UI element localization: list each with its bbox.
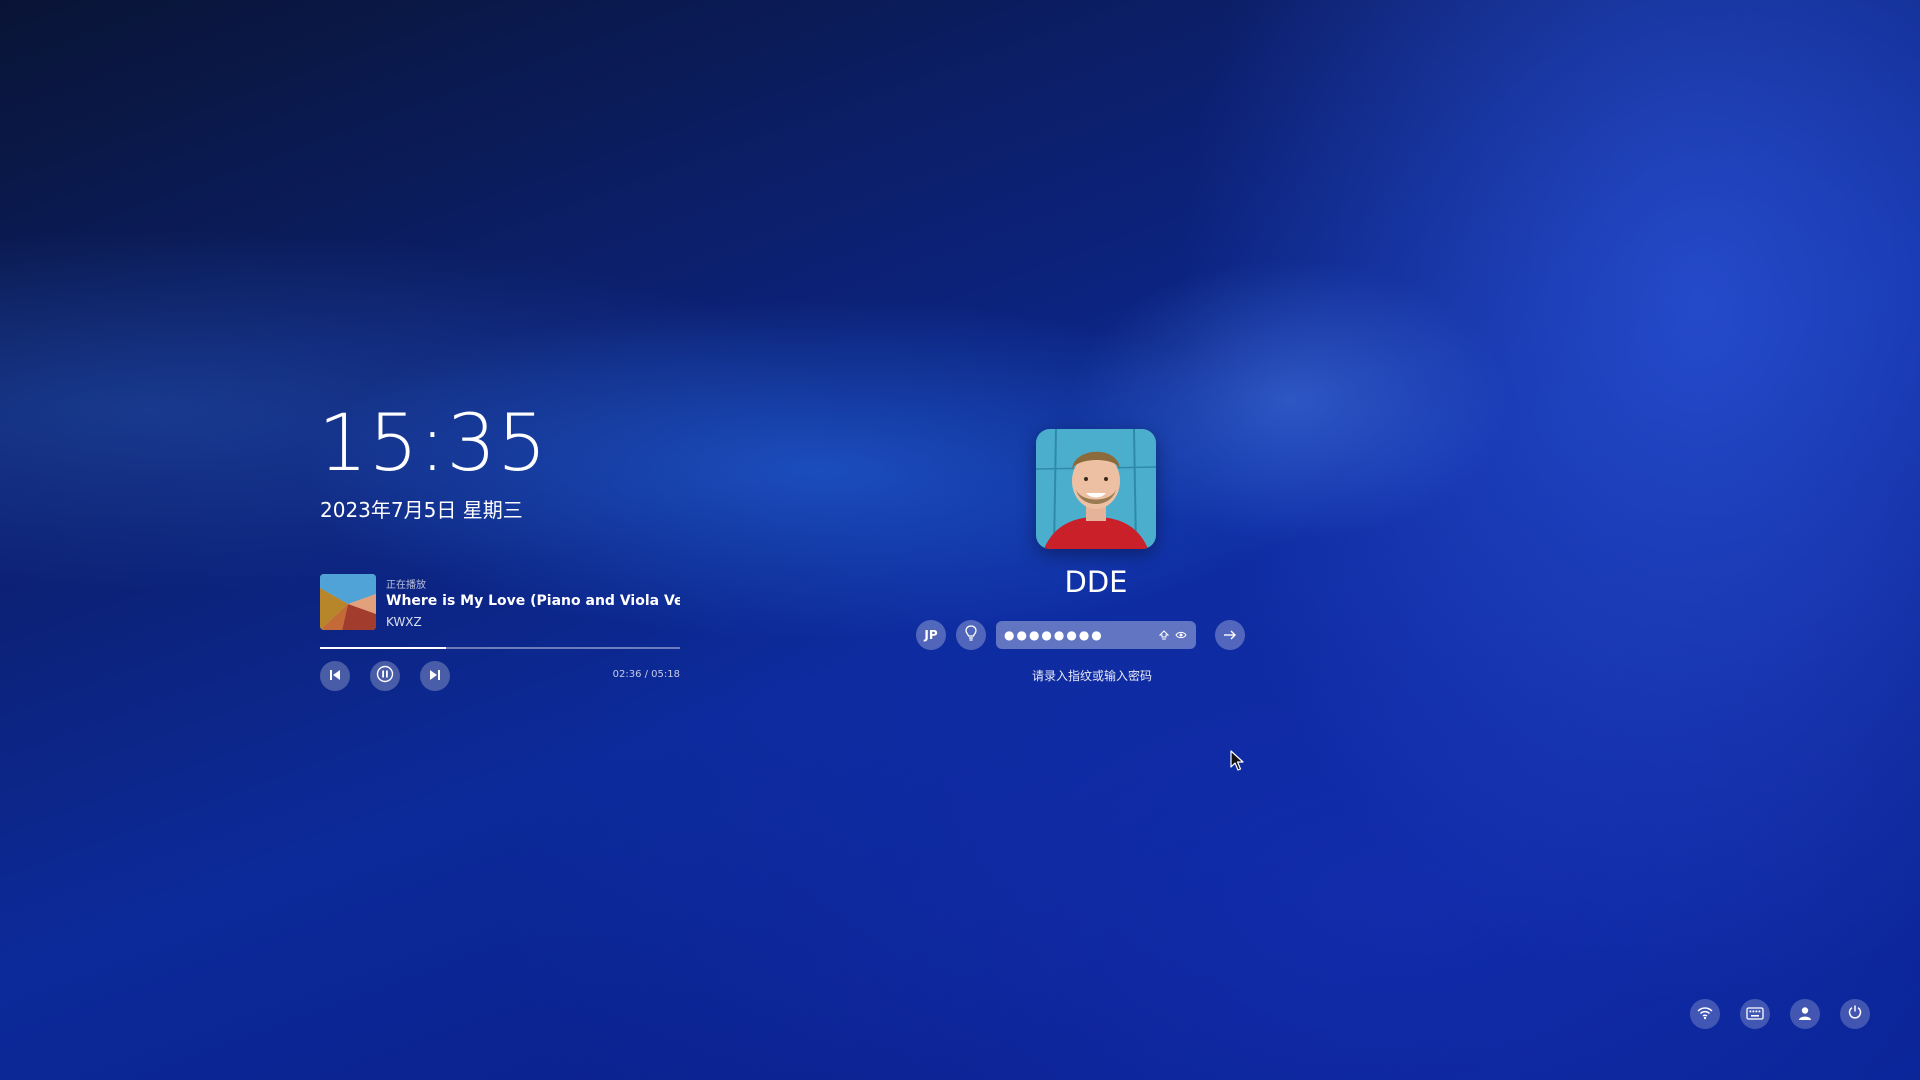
user-icon (1798, 1005, 1812, 1024)
password-input[interactable]: ●●●●●●●● (996, 621, 1196, 649)
password-hint-button[interactable] (956, 620, 986, 650)
login-submit-button[interactable] (1215, 620, 1245, 650)
power-button[interactable] (1840, 999, 1870, 1029)
previous-track-button[interactable] (320, 661, 350, 691)
clock-time: 15:35 (318, 399, 548, 489)
track-artist: KWXZ (386, 615, 422, 629)
user-avatar[interactable] (1036, 429, 1156, 549)
wifi-icon (1697, 1005, 1713, 1024)
clock-date: 2023年7月5日 星期三 (320, 498, 523, 522)
username: DDE (1064, 565, 1128, 599)
previous-icon (328, 667, 342, 686)
album-art (320, 574, 376, 630)
mouse-cursor-icon (1230, 750, 1246, 772)
power-icon (1847, 1004, 1863, 1024)
password-mask: ●●●●●●●● (1004, 628, 1104, 642)
network-button[interactable] (1690, 999, 1720, 1029)
lightbulb-icon (964, 625, 978, 645)
keyboard-icon (1746, 1005, 1764, 1024)
media-progress-fill (320, 647, 446, 649)
next-track-button[interactable] (420, 661, 450, 691)
pause-button[interactable] (370, 661, 400, 691)
keyboard-button[interactable] (1740, 999, 1770, 1029)
pause-icon (376, 665, 394, 687)
eye-icon[interactable] (1174, 628, 1188, 642)
switch-user-button[interactable] (1790, 999, 1820, 1029)
media-time-readout: 02:36 / 05:18 (612, 669, 680, 680)
caps-lock-icon (1157, 628, 1171, 642)
now-playing-label: 正在播放 (386, 580, 426, 591)
track-title: Where is My Love (Piano and Viola Versio… (386, 593, 680, 609)
arrow-right-icon (1222, 626, 1238, 645)
media-progress-bar[interactable] (320, 647, 680, 649)
next-icon (428, 667, 442, 686)
keyboard-layout-button[interactable]: JP (916, 620, 946, 650)
media-player: 正在播放 Where is My Love (Piano and Viola V… (320, 574, 680, 694)
login-tip: 请录入指纹或输入密码 (1031, 669, 1152, 683)
